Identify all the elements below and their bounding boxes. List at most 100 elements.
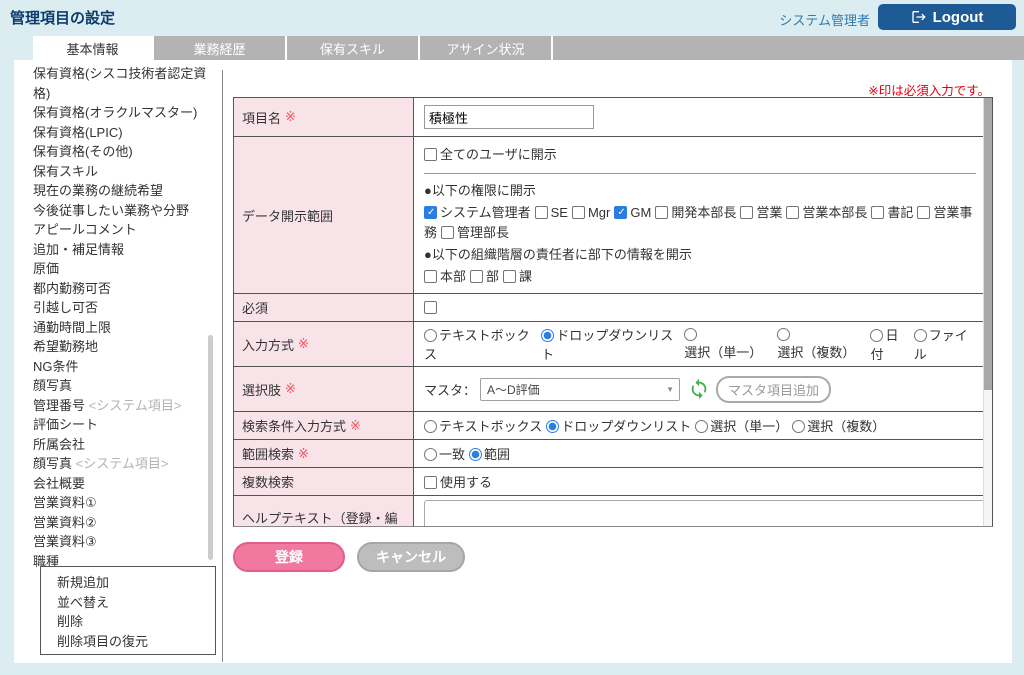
logout-label: Logout — [933, 9, 984, 26]
radio-icon — [777, 328, 790, 341]
sidebar-item[interactable]: 今後従事したい業務や分野 — [33, 201, 211, 221]
sidebar-item[interactable]: 引越し可否 — [33, 298, 211, 318]
input-method-radio[interactable]: 選択（単一） — [684, 327, 773, 361]
sidebar-item[interactable]: 会社概要 — [33, 474, 211, 494]
perm-checkbox[interactable]: 開発本部長 — [655, 205, 736, 220]
sidebar-item[interactable]: アピールコメント — [33, 220, 211, 240]
org-checkbox[interactable]: 本部 — [424, 269, 466, 284]
radio-icon — [541, 329, 554, 342]
sidebar-item[interactable]: 所属会社 — [33, 435, 211, 455]
perm-checkbox[interactable]: GM — [614, 205, 651, 220]
master-select-value: A～D評価 — [487, 381, 540, 398]
settings-form-table: 項目名※ データ開示範囲 全てのユーザに開示 ●以下の権限に開示 システム管理者… — [233, 97, 993, 527]
current-user-label: システム管理者 — [779, 10, 870, 29]
radio-icon — [424, 448, 437, 461]
sidebar-item[interactable]: 原価 — [33, 259, 211, 279]
tab-bar: 基本情報 業務経歴 保有スキル アサイン状況 — [33, 36, 1024, 60]
master-select[interactable]: A～D評価 — [480, 378, 680, 401]
sidebar-item[interactable]: 営業資料① — [33, 493, 211, 513]
cancel-button[interactable]: キャンセル — [357, 542, 465, 572]
field-label-input-method: 入力方式※ — [234, 322, 414, 366]
perm-checkbox[interactable]: 営業 — [740, 205, 782, 220]
required-mark: ※ — [298, 446, 309, 462]
submit-button[interactable]: 登録 — [233, 542, 345, 572]
action-restore-deleted[interactable]: 削除項目の復元 — [57, 632, 215, 652]
sidebar-item[interactable]: 通勤時間上限 — [33, 318, 211, 338]
item-name-input[interactable] — [424, 105, 594, 129]
radio-icon — [870, 329, 883, 342]
org-heading: ●以下の組織階層の責任者に部下の情報を開示 — [424, 245, 982, 265]
tab-skills[interactable]: 保有スキル — [287, 36, 420, 60]
range-search-radio[interactable]: 範囲 — [469, 444, 510, 463]
input-method-radio[interactable]: ドロップダウンリスト — [541, 325, 680, 363]
sidebar-item[interactable]: 希望勤務地 — [33, 337, 211, 357]
field-label-required: 必須 — [234, 294, 414, 321]
search-input-method-radio[interactable]: ドロップダウンリスト — [546, 416, 691, 435]
required-checkbox[interactable] — [424, 300, 440, 315]
input-method-radio-group: テキストボックス ドロップダウンリスト 選択（単一） 選択（複数） 日付 ファイ… — [414, 322, 992, 366]
checkbox-icon — [424, 148, 437, 161]
all-users-checkbox[interactable]: 全てのユーザに開示 — [424, 147, 557, 162]
tab-assign-status[interactable]: アサイン状況 — [420, 36, 553, 60]
search-input-method-radio[interactable]: 選択（単一） — [695, 416, 788, 435]
sidebar-scrollbar[interactable] — [208, 335, 213, 560]
add-master-item-button[interactable]: マスタ項目追加 — [716, 376, 831, 403]
perm-checkbox[interactable]: 営業本部長 — [786, 205, 867, 220]
sidebar-item[interactable]: 顔写真 — [33, 376, 211, 396]
sidebar-item[interactable]: 都内勤務可否 — [33, 279, 211, 299]
org-checkbox-group: 本部部課 — [424, 267, 982, 287]
sidebar-item[interactable]: 保有スキル — [33, 162, 211, 182]
sidebar-item[interactable]: 営業資料③ — [33, 532, 211, 552]
sidebar-item[interactable]: 保有資格(その他) — [33, 142, 211, 162]
checkbox-icon — [424, 476, 437, 489]
sidebar-item[interactable]: 顔写真 <システム項目> — [33, 454, 211, 474]
org-checkbox[interactable]: 課 — [503, 269, 532, 284]
sidebar-item[interactable]: 評価シート — [33, 415, 211, 435]
sidebar-item[interactable]: 保有資格(LPIC) — [33, 123, 211, 143]
form-scrollbar-track[interactable] — [983, 98, 992, 526]
checkbox-icon — [535, 206, 548, 219]
sidebar-item[interactable]: 現在の業務の継続希望 — [33, 181, 211, 201]
perm-checkbox[interactable]: SE — [535, 205, 568, 220]
input-method-radio[interactable]: ファイル — [914, 325, 978, 363]
search-input-method-radio-group: テキストボックス ドロップダウンリスト 選択（単一） 選択（複数） — [414, 412, 992, 439]
field-label-disclosure: データ開示範囲 — [234, 137, 414, 293]
checkbox-icon — [572, 206, 585, 219]
action-add-new[interactable]: 新規追加 — [57, 573, 215, 593]
input-method-radio[interactable]: 選択（複数） — [777, 327, 866, 361]
system-item-suffix: <システム項目> — [76, 456, 169, 471]
form-scrollbar-thumb[interactable] — [984, 98, 992, 390]
page-title: 管理項目の設定 — [10, 7, 115, 28]
sidebar-item[interactable]: 保有資格(オラクルマスター) — [33, 103, 211, 123]
help-text-textarea[interactable] — [424, 500, 988, 527]
search-input-method-radio[interactable]: テキストボックス — [424, 416, 542, 435]
org-checkbox[interactable]: 部 — [470, 269, 499, 284]
action-reorder[interactable]: 並べ替え — [57, 593, 215, 613]
input-method-radio[interactable]: テキストボックス — [424, 325, 537, 363]
perm-checkbox[interactable]: 書記 — [871, 205, 913, 220]
sidebar-item[interactable]: 管理番号 <システム項目> — [33, 396, 211, 416]
perm-checkbox[interactable]: システム管理者 — [424, 205, 531, 220]
range-search-radio[interactable]: 一致 — [424, 444, 465, 463]
radio-icon — [469, 448, 482, 461]
master-label: マスタ： — [424, 380, 476, 399]
perm-checkbox[interactable]: Mgr — [572, 205, 610, 220]
input-method-radio[interactable]: 日付 — [870, 325, 909, 363]
logout-button[interactable]: Logout — [878, 4, 1016, 30]
sidebar-item[interactable]: 追加・補足情報 — [33, 240, 211, 260]
sidebar-item[interactable]: NG条件 — [33, 357, 211, 377]
checkbox-icon — [655, 206, 668, 219]
tab-basic-info[interactable]: 基本情報 — [33, 36, 154, 60]
sidebar-item[interactable]: 保有資格(シスコ技術者認定資格) — [33, 64, 211, 103]
refresh-icon[interactable] — [688, 378, 710, 400]
perm-checkbox[interactable]: 管理部長 — [441, 225, 509, 240]
action-delete[interactable]: 削除 — [57, 612, 215, 632]
multi-search-checkbox[interactable]: 使用する — [424, 472, 492, 491]
search-input-method-radio[interactable]: 選択（複数） — [792, 416, 885, 435]
field-label-multi-search: 複数検索 — [234, 468, 414, 495]
field-label-item-name: 項目名※ — [234, 98, 414, 136]
tab-work-history[interactable]: 業務経歴 — [154, 36, 287, 60]
sidebar-item[interactable]: 営業資料② — [33, 513, 211, 533]
radio-icon — [424, 420, 437, 433]
radio-icon — [546, 420, 559, 433]
